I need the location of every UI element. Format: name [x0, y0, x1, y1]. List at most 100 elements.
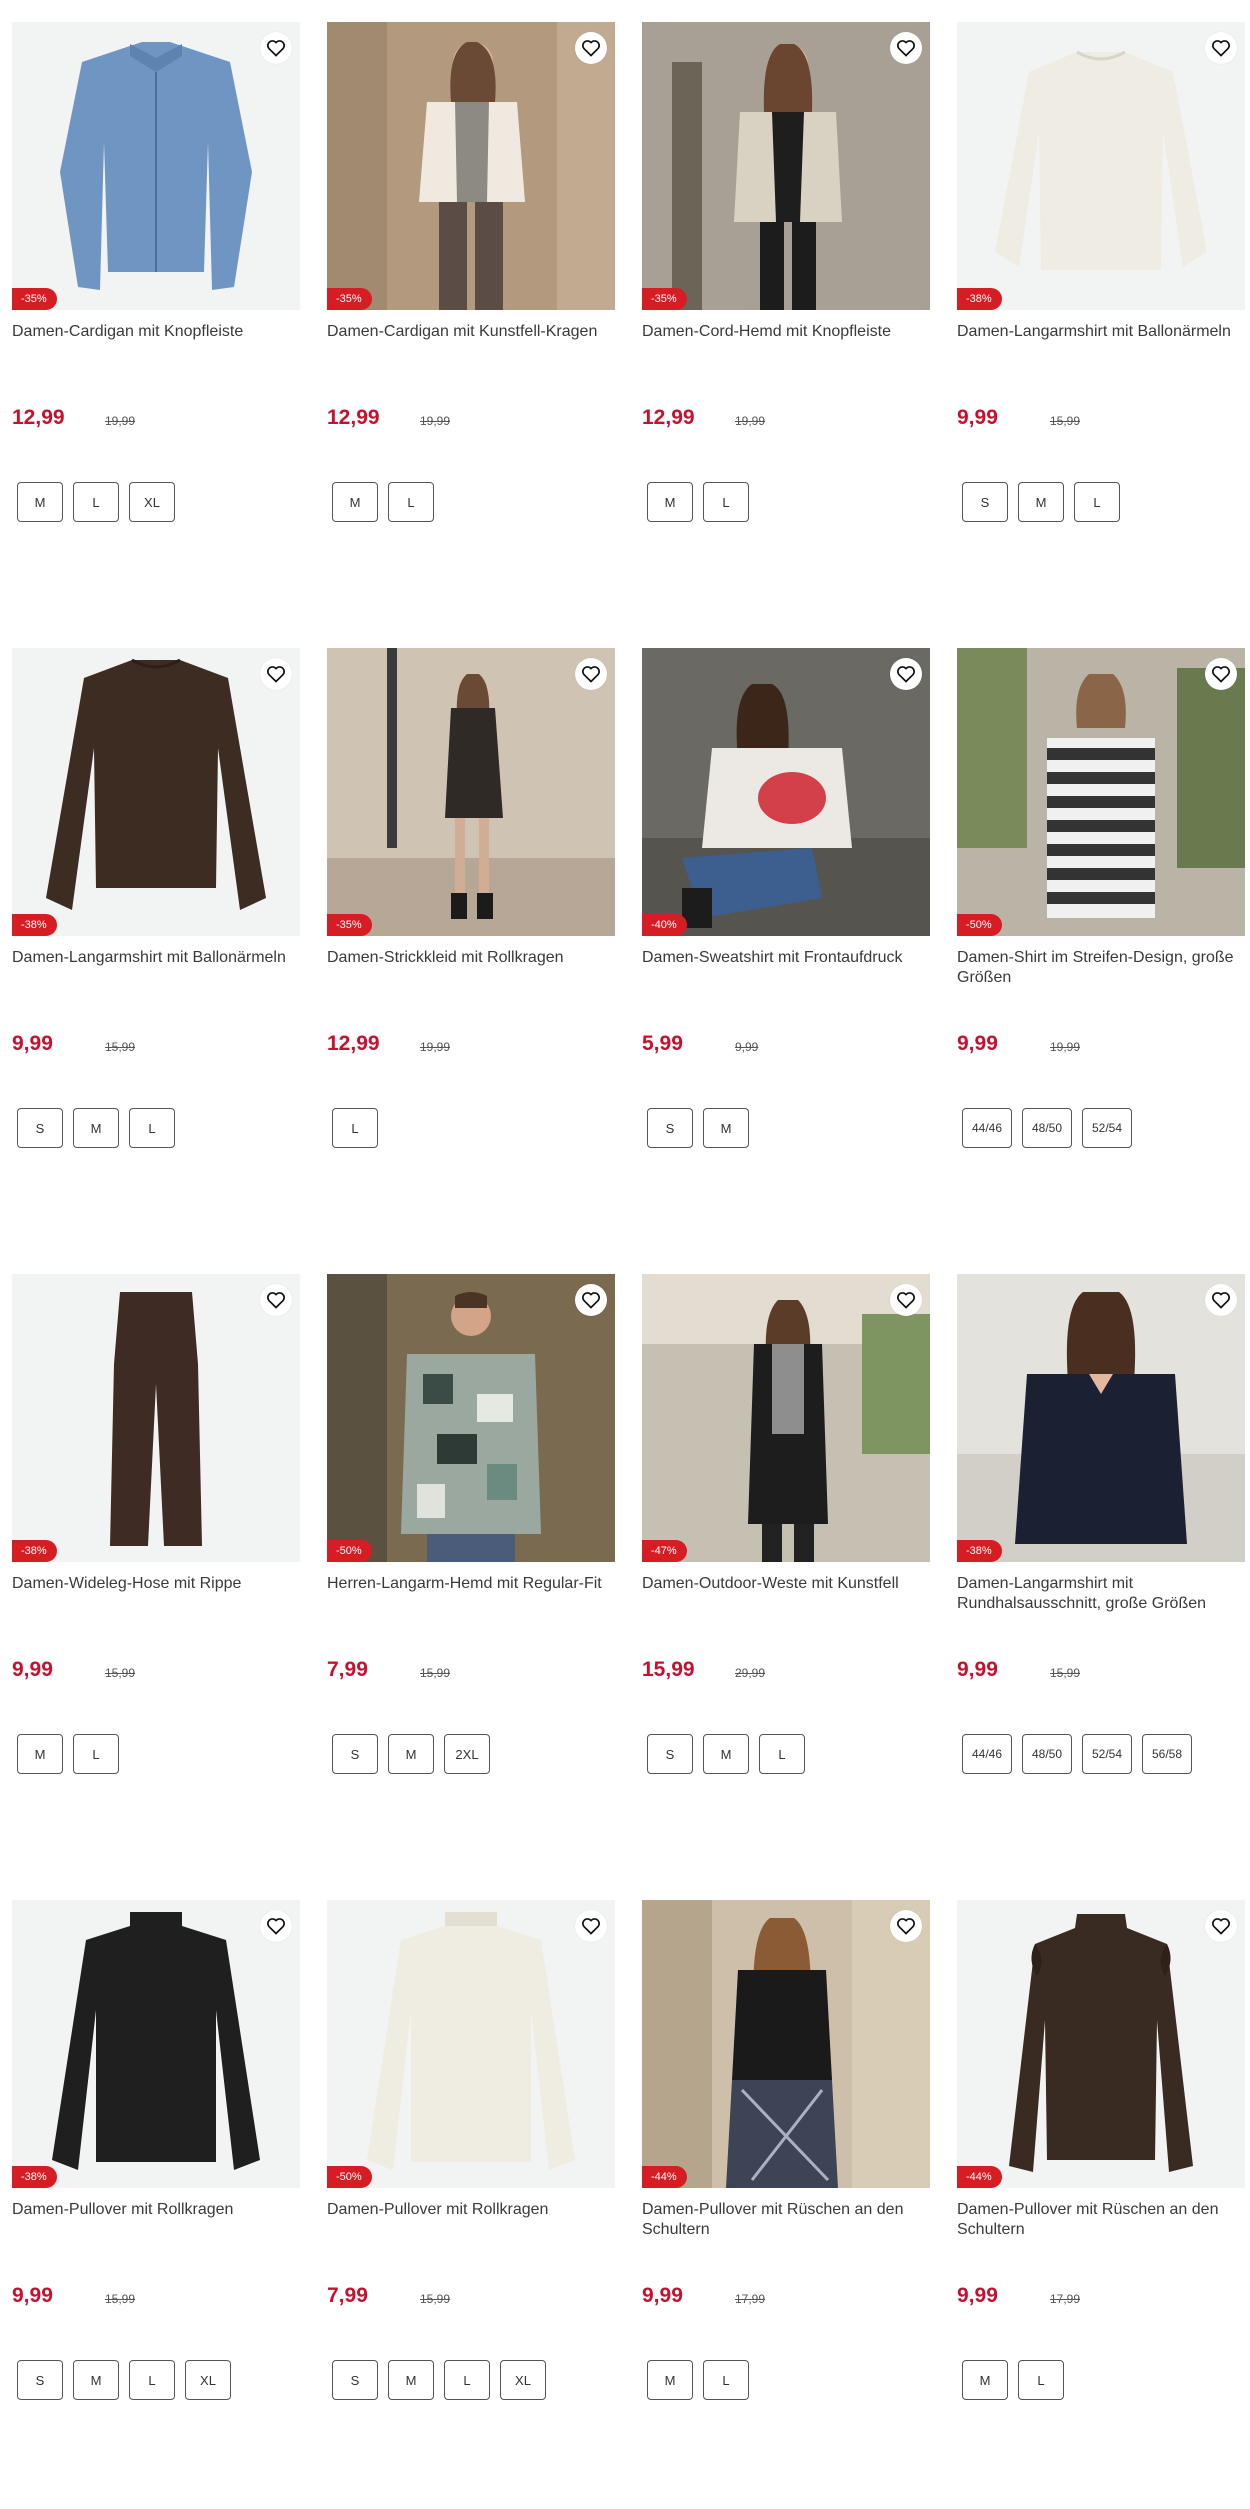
product-title[interactable]: Damen-Cardigan mit Knopfleiste	[12, 322, 300, 342]
favorite-button[interactable]	[575, 658, 607, 690]
product-title[interactable]: Damen-Sweatshirt mit Frontaufdruck	[642, 948, 930, 968]
favorite-button[interactable]	[575, 32, 607, 64]
product-title[interactable]: Herren-Langarm-Hemd mit Regular-Fit	[327, 1574, 615, 1594]
favorite-button[interactable]	[1205, 1910, 1237, 1942]
product-title[interactable]: Damen-Wideleg-Hose mit Rippe	[12, 1574, 300, 1594]
product-image[interactable]: -35%	[12, 22, 300, 310]
product-image[interactable]: -38%	[12, 648, 300, 936]
size-option[interactable]: XL	[185, 2360, 231, 2400]
favorite-button[interactable]	[890, 658, 922, 690]
product-title[interactable]: Damen-Strickkleid mit Rollkragen	[327, 948, 615, 968]
size-option[interactable]: 56/58	[1142, 1734, 1192, 1774]
favorite-button[interactable]	[1205, 658, 1237, 690]
size-option[interactable]: 44/46	[962, 1108, 1012, 1148]
product-title[interactable]: Damen-Pullover mit Rollkragen	[327, 2200, 615, 2220]
size-option[interactable]: 48/50	[1022, 1734, 1072, 1774]
favorite-button[interactable]	[575, 1284, 607, 1316]
product-card[interactable]: -38% Damen-Pullover mit Rollkragen 9,99 15,…	[12, 1900, 300, 2460]
size-option[interactable]: L	[1074, 482, 1120, 522]
favorite-button[interactable]	[890, 32, 922, 64]
product-image[interactable]: -50%	[327, 1900, 615, 2188]
product-title[interactable]: Damen-Pullover mit Rüschen an den Schult…	[957, 2200, 1245, 2240]
size-option[interactable]: L	[703, 2360, 749, 2400]
product-image[interactable]: -40%	[642, 648, 930, 936]
size-option[interactable]: M	[388, 1734, 434, 1774]
size-option[interactable]: 52/54	[1082, 1734, 1132, 1774]
size-option[interactable]: L	[1018, 2360, 1064, 2400]
size-option[interactable]: M	[332, 482, 378, 522]
product-title[interactable]: Damen-Langarmshirt mit Ballonärmeln	[12, 948, 300, 968]
product-image[interactable]: -38%	[957, 1274, 1245, 1562]
product-title[interactable]: Damen-Cardigan mit Kunstfell-Kragen	[327, 322, 615, 342]
product-image[interactable]: -38%	[957, 22, 1245, 310]
size-option[interactable]: L	[444, 2360, 490, 2400]
favorite-button[interactable]	[1205, 32, 1237, 64]
favorite-button[interactable]	[890, 1284, 922, 1316]
product-image[interactable]: -35%	[327, 22, 615, 310]
favorite-button[interactable]	[575, 1910, 607, 1942]
product-image[interactable]: -38%	[12, 1274, 300, 1562]
favorite-button[interactable]	[260, 1910, 292, 1942]
product-image[interactable]: -44%	[957, 1900, 1245, 2188]
size-option[interactable]: M	[17, 1734, 63, 1774]
size-option[interactable]: 2XL	[444, 1734, 490, 1774]
size-option[interactable]: S	[332, 2360, 378, 2400]
size-option[interactable]: M	[647, 2360, 693, 2400]
size-option[interactable]: S	[17, 1108, 63, 1148]
size-option[interactable]: L	[332, 1108, 378, 1148]
product-card[interactable]: -35% Damen-Cardigan mit Knopfleiste 12,99 1…	[12, 22, 300, 582]
favorite-button[interactable]	[260, 32, 292, 64]
product-card[interactable]: -47% Damen-Outdoor-Weste mit Kunstfell 15,…	[642, 1274, 930, 1834]
size-option[interactable]: S	[647, 1734, 693, 1774]
size-option[interactable]: M	[962, 2360, 1008, 2400]
product-card[interactable]: -35% Damen-Cardigan mit Kunstfell-Kragen 1…	[327, 22, 615, 582]
size-option[interactable]: S	[17, 2360, 63, 2400]
size-option[interactable]: L	[129, 1108, 175, 1148]
size-option[interactable]: M	[703, 1108, 749, 1148]
product-card[interactable]: -50% Herren-Langarm-Hemd mit Regular-Fit 7…	[327, 1274, 615, 1834]
product-title[interactable]: Damen-Cord-Hemd mit Knopfleiste	[642, 322, 930, 342]
product-card[interactable]: -50% Damen-Shirt im Streifen-Design, groß…	[957, 648, 1245, 1208]
product-image[interactable]: -47%	[642, 1274, 930, 1562]
size-option[interactable]: 44/46	[962, 1734, 1012, 1774]
product-card[interactable]: -35% Damen-Strickkleid mit Rollkragen 12,9…	[327, 648, 615, 1208]
size-option[interactable]: 52/54	[1082, 1108, 1132, 1148]
size-option[interactable]: XL	[500, 2360, 546, 2400]
product-title[interactable]: Damen-Pullover mit Rüschen an den Schult…	[642, 2200, 930, 2240]
product-card[interactable]: -40% Damen-Sweatshirt mit Frontaufdruck 5,…	[642, 648, 930, 1208]
product-title[interactable]: Damen-Langarmshirt mit Rundhalsausschnit…	[957, 1574, 1245, 1614]
size-option[interactable]: XL	[129, 482, 175, 522]
product-card[interactable]: -38% Damen-Langarmshirt mit Ballonärmeln 9…	[12, 648, 300, 1208]
size-option[interactable]: S	[647, 1108, 693, 1148]
size-option[interactable]: M	[73, 1108, 119, 1148]
product-card[interactable]: -50% Damen-Pullover mit Rollkragen 7,99 15,…	[327, 1900, 615, 2460]
product-card[interactable]: -38% Damen-Wideleg-Hose mit Rippe 9,99 15,9…	[12, 1274, 300, 1834]
size-option[interactable]: 48/50	[1022, 1108, 1072, 1148]
product-image[interactable]: -35%	[327, 648, 615, 936]
size-option[interactable]: M	[388, 2360, 434, 2400]
product-image[interactable]: -50%	[327, 1274, 615, 1562]
product-card[interactable]: -38% Damen-Langarmshirt mit Rundhalsaussc…	[957, 1274, 1245, 1834]
size-option[interactable]: M	[17, 482, 63, 522]
size-option[interactable]: M	[647, 482, 693, 522]
product-card[interactable]: -44% Damen-Pullover mit Rüschen an den Sc…	[642, 1900, 930, 2460]
size-option[interactable]: L	[759, 1734, 805, 1774]
product-title[interactable]: Damen-Pullover mit Rollkragen	[12, 2200, 300, 2220]
size-option[interactable]: S	[962, 482, 1008, 522]
product-title[interactable]: Damen-Outdoor-Weste mit Kunstfell	[642, 1574, 930, 1594]
size-option[interactable]: S	[332, 1734, 378, 1774]
size-option[interactable]: M	[1018, 482, 1064, 522]
product-title[interactable]: Damen-Shirt im Streifen-Design, große Gr…	[957, 948, 1245, 988]
product-card[interactable]: -44% Damen-Pullover mit Rüschen an den Sc…	[957, 1900, 1245, 2460]
size-option[interactable]: M	[703, 1734, 749, 1774]
product-image[interactable]: -38%	[12, 1900, 300, 2188]
product-image[interactable]: -50%	[957, 648, 1245, 936]
favorite-button[interactable]	[260, 658, 292, 690]
product-title[interactable]: Damen-Langarmshirt mit Ballonärmeln	[957, 322, 1245, 342]
product-card[interactable]: -35% Damen-Cord-Hemd mit Knopfleiste 12,99…	[642, 22, 930, 582]
product-card[interactable]: -38% Damen-Langarmshirt mit Ballonärmeln 9…	[957, 22, 1245, 582]
size-option[interactable]: L	[73, 482, 119, 522]
favorite-button[interactable]	[260, 1284, 292, 1316]
favorite-button[interactable]	[1205, 1284, 1237, 1316]
size-option[interactable]: L	[129, 2360, 175, 2400]
